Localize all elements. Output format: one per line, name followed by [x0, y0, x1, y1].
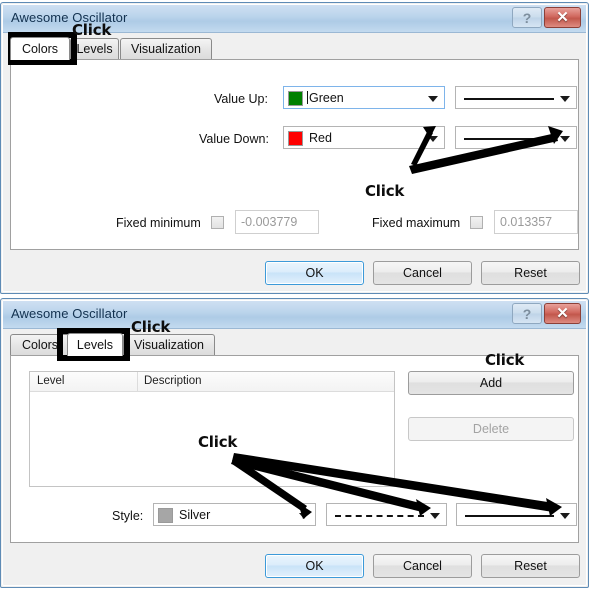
value-up-color-name: Green [309, 90, 344, 105]
value-down-color-combo[interactable]: Red [283, 126, 445, 149]
help-icon: ? [522, 305, 532, 322]
fixed-minimum-label: Fixed minimum [116, 216, 201, 230]
awesome-oscillator-colors-dialog: Awesome Oscillator ? ✕ Colors Levels Vis… [0, 2, 589, 294]
tab-levels-label: Levels [76, 338, 114, 352]
help-button[interactable]: ? [512, 303, 542, 324]
fixed-minimum-checkbox[interactable] [211, 216, 224, 229]
fixed-maximum-input[interactable]: 0.013357 [494, 210, 578, 234]
close-button[interactable]: ✕ [544, 7, 581, 28]
column-header-level[interactable]: Level [37, 375, 65, 387]
value-up-color-combo[interactable]: Green [283, 86, 445, 109]
chevron-down-icon [430, 512, 440, 519]
chevron-down-icon [560, 135, 570, 142]
style-color-name: Silver [179, 507, 211, 522]
help-icon: ? [522, 9, 532, 26]
tab-levels[interactable]: Levels [67, 333, 123, 356]
awesome-oscillator-levels-dialog: Awesome Oscillator ? ✕ Colors Levels Vis… [0, 298, 589, 588]
fixed-maximum-checkbox[interactable] [470, 216, 483, 229]
chevron-down-icon [428, 95, 438, 102]
click-annotation-add-button: Click [485, 351, 525, 369]
chevron-down-icon [560, 512, 570, 519]
help-button[interactable]: ? [512, 7, 542, 28]
style-color-combo[interactable]: Silver [153, 503, 316, 526]
add-button[interactable]: Add [408, 371, 574, 395]
chevron-down-icon [560, 95, 570, 102]
value-down-color-name: Red [309, 130, 332, 145]
line-width-preview [464, 137, 554, 140]
window-title: Awesome Oscillator [11, 306, 128, 321]
tab-colors-label: Colors [21, 338, 59, 352]
delete-button[interactable]: Delete [408, 417, 574, 441]
style-label: Style: [112, 509, 144, 523]
dialog-inner-frame: Awesome Oscillator ? ✕ Colors Levels Vis… [2, 300, 587, 586]
close-icon: ✕ [556, 9, 569, 26]
click-annotation-levels-tab: Click [131, 318, 171, 336]
value-down-label: Value Down: [199, 132, 269, 146]
screenshot-root: Awesome Oscillator ? ✕ Colors Levels Vis… [0, 0, 591, 590]
value-up-label: Value Up: [214, 92, 268, 106]
tab-levels-label: Levels [76, 42, 113, 56]
close-icon: ✕ [556, 305, 569, 322]
line-dash-preview [335, 514, 424, 517]
tab-colors[interactable]: Colors [10, 37, 70, 60]
reset-button[interactable]: Reset [481, 554, 580, 578]
ok-button[interactable]: OK [265, 261, 364, 285]
titlebar: Awesome Oscillator ? ✕ [3, 301, 586, 329]
close-button[interactable]: ✕ [544, 303, 581, 324]
chevron-down-icon [428, 135, 438, 142]
click-annotation-value-down: Click [365, 182, 405, 200]
line-width-preview [465, 514, 554, 517]
column-header-description[interactable]: Description [144, 375, 202, 387]
tab-visualization[interactable]: Visualization [120, 38, 212, 59]
click-annotation-style-row: Click [198, 433, 238, 451]
text-caret [307, 91, 308, 104]
reset-button[interactable]: Reset [481, 261, 580, 285]
levels-list-header: Level Description [30, 372, 394, 392]
levels-tab-page: Level Description Add Delete Style: Silv… [10, 355, 579, 543]
style-width-combo[interactable] [456, 503, 577, 526]
tab-visualization-label: Visualization [134, 338, 204, 352]
line-width-preview [464, 97, 554, 100]
style-dash-combo[interactable] [326, 503, 447, 526]
tab-levels[interactable]: Levels [70, 38, 119, 59]
style-color-swatch [158, 507, 173, 523]
value-down-width-combo[interactable] [455, 126, 577, 149]
ok-button[interactable]: OK [265, 554, 364, 578]
click-annotation-colors-tab: Click [72, 21, 112, 39]
cancel-button[interactable]: Cancel [373, 261, 472, 285]
fixed-maximum-label: Fixed maximum [372, 216, 461, 230]
dialog-inner-frame: Awesome Oscillator ? ✕ Colors Levels Vis… [2, 4, 587, 292]
levels-list[interactable]: Level Description [29, 371, 395, 487]
value-up-color-swatch [288, 90, 303, 106]
value-up-width-combo[interactable] [455, 86, 577, 109]
tab-visualization[interactable]: Visualization [123, 334, 215, 355]
column-divider[interactable] [137, 372, 138, 391]
colors-tab-page: Value Up: Green Value Down: Red Fixed mi… [10, 59, 579, 250]
fixed-minimum-input[interactable]: -0.003779 [235, 210, 319, 234]
chevron-down-icon [299, 512, 309, 519]
tab-visualization-label: Visualization [131, 42, 201, 56]
tab-colors-label: Colors [21, 42, 59, 56]
cancel-button[interactable]: Cancel [373, 554, 472, 578]
value-down-color-swatch [288, 130, 303, 146]
